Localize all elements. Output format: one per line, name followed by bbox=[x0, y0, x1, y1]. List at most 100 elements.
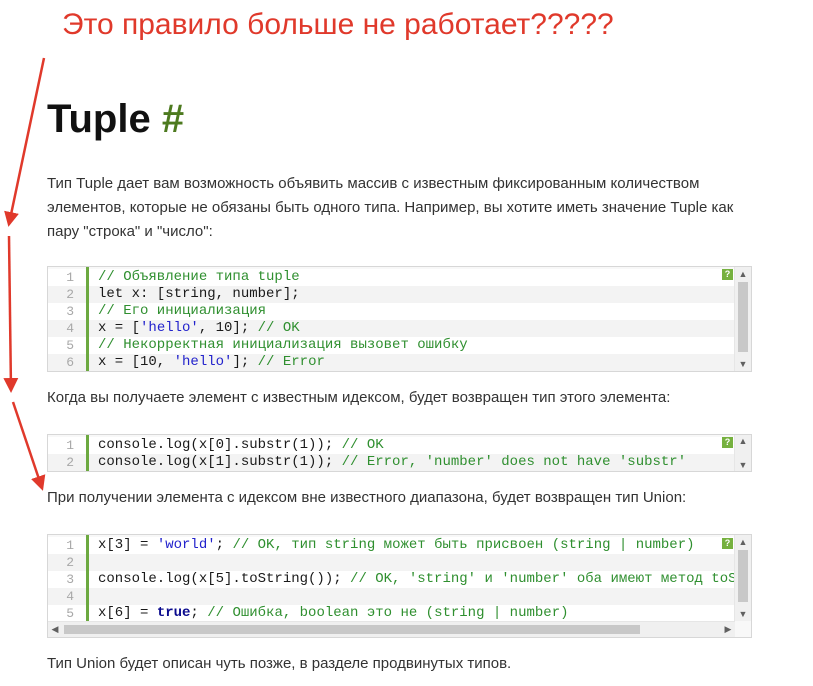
line-number: 3 bbox=[66, 572, 74, 587]
code-token: console.log(x[1].substr(1)); bbox=[98, 454, 342, 470]
code-content: 1 // Объявление типа tuple 2 let x: [string… bbox=[48, 267, 735, 371]
code-string: 'hello' bbox=[173, 354, 233, 370]
line-number: 1 bbox=[66, 438, 74, 453]
code-comment: // OK, тип string может быть присвоен (s… bbox=[232, 537, 695, 553]
code-token: x = [ bbox=[98, 320, 141, 336]
code-line: 4 bbox=[48, 588, 735, 605]
arrow-2 bbox=[3, 235, 19, 393]
code-text: x[6] = true; // Ошибка, boolean это не (… bbox=[98, 605, 569, 621]
code-line: 5 // Некорректная инициализация вызовет о… bbox=[48, 337, 735, 354]
code-token: ]; bbox=[232, 354, 258, 370]
union-note-paragraph: Тип Union будет описан чуть позже, в раз… bbox=[47, 655, 512, 672]
code-line: 1 console.log(x[0].substr(1)); // OK bbox=[48, 437, 735, 454]
line-number: 4 bbox=[66, 589, 74, 604]
scroll-up-icon[interactable]: ▲ bbox=[735, 435, 751, 447]
code-token: x[6] = bbox=[98, 605, 157, 621]
code-keyword: true bbox=[156, 605, 191, 621]
code-comment: // Error bbox=[257, 354, 325, 370]
code-block-out-of-range[interactable]: 1 x[3] = 'world'; // OK, тип string может… bbox=[47, 534, 752, 638]
code-text: // Объявление типа tuple bbox=[98, 269, 300, 286]
line-number: 4 bbox=[66, 321, 74, 336]
code-token: console.log(x[5].toString()); bbox=[98, 571, 351, 587]
vertical-scrollbar[interactable]: ▲ ▼ bbox=[734, 535, 751, 621]
scroll-down-icon[interactable]: ▼ bbox=[735, 459, 751, 471]
code-comment: // Error, 'number' does not have 'substr… bbox=[341, 454, 687, 470]
scrollbar-thumb[interactable] bbox=[64, 625, 640, 634]
code-text: x = [10, 'hello']; // Error bbox=[98, 354, 325, 371]
intro-paragraph: Тип Tuple дает вам возможность объявить … bbox=[47, 175, 734, 240]
scroll-left-icon[interactable]: ◀ bbox=[48, 622, 62, 637]
code-block-tuple-declaration[interactable]: 1 // Объявление типа tuple 2 let x: [string… bbox=[47, 266, 752, 372]
code-token: console.log(x[0].substr(1)); bbox=[98, 437, 342, 453]
code-token: let x: [string, number]; bbox=[98, 286, 300, 302]
code-string: 'world' bbox=[156, 537, 216, 553]
code-gutter bbox=[86, 435, 89, 471]
line-number: 5 bbox=[66, 338, 74, 353]
line-number: 3 bbox=[66, 304, 74, 319]
code-line: 1 // Объявление типа tuple bbox=[48, 269, 735, 286]
code-token: , 10]; bbox=[198, 320, 258, 336]
scroll-up-icon[interactable]: ▲ bbox=[735, 267, 751, 281]
heading-title: Tuple bbox=[47, 97, 151, 141]
scrollbar-thumb[interactable] bbox=[738, 282, 748, 352]
line-number: 2 bbox=[66, 455, 74, 470]
code-line: 2 bbox=[48, 554, 735, 571]
code-line: 5 x[6] = true; // Ошибка, boolean это не … bbox=[48, 605, 735, 621]
arrow-1 bbox=[4, 57, 46, 227]
line-number: 6 bbox=[66, 355, 74, 370]
scroll-down-icon[interactable]: ▼ bbox=[735, 607, 751, 621]
known-index-paragraph: Когда вы получаете элемент с известным и… bbox=[47, 389, 671, 406]
line-number: 1 bbox=[66, 270, 74, 285]
code-gutter bbox=[86, 535, 89, 621]
code-token: ; bbox=[215, 537, 233, 553]
code-line: 6 x = [10, 'hello']; // Error bbox=[48, 354, 735, 371]
code-block-known-index[interactable]: 1 console.log(x[0].substr(1)); // OK 2 cons… bbox=[47, 434, 752, 472]
code-text: let x: [string, number]; bbox=[98, 286, 300, 303]
code-comment: // OK bbox=[341, 437, 384, 453]
code-line: 2 let x: [string, number]; bbox=[48, 286, 735, 303]
question-icon[interactable]: ? bbox=[722, 538, 733, 549]
code-comment: // Его инициализация bbox=[98, 303, 267, 319]
code-comment: // OK, 'string' и 'number' оба имеют мет… bbox=[350, 571, 735, 587]
code-text: x[3] = 'world'; // OK, тип string может … bbox=[98, 537, 695, 554]
line-number: 1 bbox=[66, 538, 74, 553]
horizontal-scrollbar[interactable]: ◀ ▶ bbox=[48, 621, 735, 637]
code-content: 1 x[3] = 'world'; // OK, тип string может… bbox=[48, 535, 735, 621]
question-icon[interactable]: ? bbox=[722, 437, 733, 448]
code-line: 4 x = ['hello', 10]; // OK bbox=[48, 320, 735, 337]
scroll-up-icon[interactable]: ▲ bbox=[735, 535, 751, 549]
code-text: // Некорректная инициализация вызовет ош… bbox=[98, 337, 468, 354]
code-text: console.log(x[5].toString()); // OK, 'st… bbox=[98, 571, 735, 588]
code-comment: // Ошибка, boolean это не (string | numb… bbox=[207, 605, 569, 621]
heading-anchor-link[interactable]: # bbox=[162, 97, 184, 141]
scrollbar-thumb[interactable] bbox=[738, 550, 748, 602]
code-line: 3 // Его инициализация bbox=[48, 303, 735, 320]
code-token: ; bbox=[190, 605, 208, 621]
scroll-down-icon[interactable]: ▼ bbox=[735, 357, 751, 371]
code-content: 1 console.log(x[0].substr(1)); // OK 2 cons… bbox=[48, 435, 735, 471]
line-number: 2 bbox=[66, 555, 74, 570]
code-text: console.log(x[0].substr(1)); // OK bbox=[98, 437, 384, 454]
vertical-scrollbar[interactable]: ▲ ▼ bbox=[734, 267, 751, 371]
code-comment: // Объявление типа tuple bbox=[98, 269, 300, 285]
code-token: x[3] = bbox=[98, 537, 157, 553]
code-line: 2 console.log(x[1].substr(1)); // Error, … bbox=[48, 454, 735, 471]
vertical-scrollbar[interactable]: ▲ ▼ bbox=[734, 435, 751, 471]
question-icon[interactable]: ? bbox=[722, 269, 733, 280]
code-text: console.log(x[1].substr(1)); // Error, '… bbox=[98, 454, 686, 471]
scroll-right-icon[interactable]: ▶ bbox=[721, 622, 735, 637]
line-number: 5 bbox=[66, 606, 74, 621]
code-token: x = [10, bbox=[98, 354, 174, 370]
out-of-range-paragraph: При получении элемента с идексом вне изв… bbox=[47, 489, 687, 506]
code-text: // Его инициализация bbox=[98, 303, 266, 320]
code-string: 'hello' bbox=[140, 320, 199, 336]
code-line: 1 x[3] = 'world'; // OK, тип string может… bbox=[48, 537, 735, 554]
section-heading: Tuple # bbox=[47, 97, 184, 142]
code-gutter bbox=[86, 267, 89, 371]
code-comment: // Некорректная инициализация вызовет ош… bbox=[98, 337, 468, 353]
code-line: 3 console.log(x[5].toString()); // OK, 's… bbox=[48, 571, 735, 588]
code-text: x = ['hello', 10]; // OK bbox=[98, 320, 300, 337]
arrow-3 bbox=[11, 401, 46, 491]
code-comment: // OK bbox=[257, 320, 300, 336]
line-number: 2 bbox=[66, 287, 74, 302]
